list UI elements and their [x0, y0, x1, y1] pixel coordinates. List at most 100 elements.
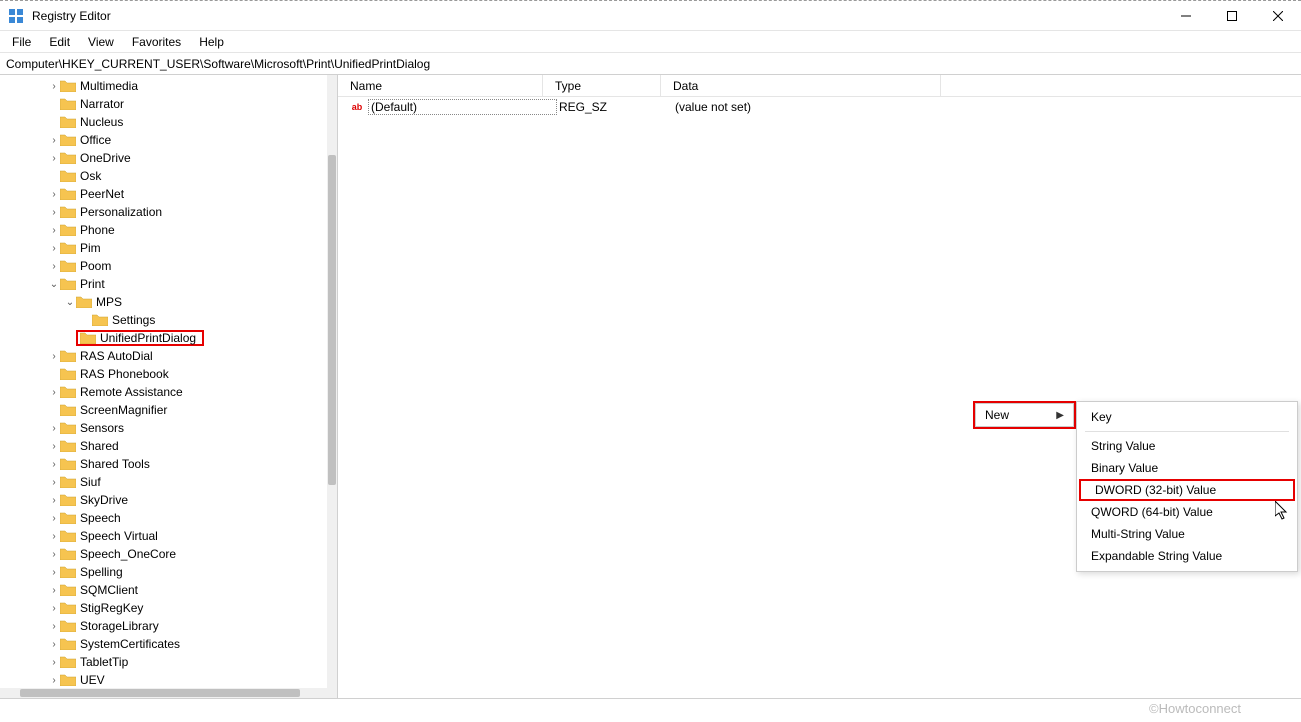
expander-icon[interactable]: › — [48, 567, 60, 578]
tree-item[interactable]: ⌄Print — [0, 275, 337, 293]
menu-view[interactable]: View — [80, 33, 122, 51]
tree-item-label: RAS AutoDial — [80, 349, 153, 363]
tree-item[interactable]: ›Settings — [0, 311, 337, 329]
context-item[interactable]: String Value — [1077, 435, 1297, 457]
tree-item-label: StigRegKey — [80, 601, 143, 615]
tree-item[interactable]: ›OneDrive — [0, 149, 337, 167]
expander-icon[interactable]: › — [48, 135, 60, 146]
tree-item[interactable]: ›Poom — [0, 257, 337, 275]
expander-icon[interactable]: › — [48, 603, 60, 614]
tree-item[interactable]: ›Osk — [0, 167, 337, 185]
tree-item[interactable]: ›TabletTip — [0, 653, 337, 671]
list-panel: Name Type Data ab (Default) REG_SZ (valu… — [338, 75, 1301, 698]
expander-icon[interactable]: › — [48, 423, 60, 434]
expander-icon[interactable]: › — [48, 657, 60, 668]
watermark: ©Howtoconnect — [1149, 701, 1241, 716]
expander-icon[interactable]: › — [48, 153, 60, 164]
address-bar[interactable]: Computer\HKEY_CURRENT_USER\Software\Micr… — [0, 53, 1301, 75]
menu-help[interactable]: Help — [191, 33, 232, 51]
tree-item-label: Spelling — [80, 565, 123, 579]
tree-item[interactable]: ›Phone — [0, 221, 337, 239]
tree-item-label: Siuf — [80, 475, 101, 489]
tree-item[interactable]: ›UnifiedPrintDialog — [0, 329, 337, 347]
tree-item-label: Shared Tools — [80, 457, 150, 471]
tree-item-label: Nucleus — [80, 115, 123, 129]
list-row[interactable]: ab (Default) REG_SZ (value not set) — [338, 97, 1301, 117]
expander-icon[interactable]: › — [48, 639, 60, 650]
context-item[interactable]: Key — [1077, 406, 1297, 428]
expander-icon[interactable]: ⌄ — [48, 279, 60, 290]
context-item[interactable]: DWORD (32-bit) Value — [1079, 479, 1295, 501]
statusbar — [0, 698, 1301, 722]
expander-icon[interactable]: › — [48, 675, 60, 686]
expander-icon[interactable]: › — [48, 207, 60, 218]
expander-icon[interactable]: › — [48, 477, 60, 488]
expander-icon[interactable]: ⌄ — [64, 297, 76, 308]
expander-icon[interactable]: › — [48, 585, 60, 596]
tree-item[interactable]: ›Sensors — [0, 419, 337, 437]
context-item[interactable]: QWORD (64-bit) Value — [1077, 501, 1297, 523]
tree-item-label: StorageLibrary — [80, 619, 159, 633]
expander-icon[interactable]: › — [48, 621, 60, 632]
tree-item[interactable]: ⌄MPS — [0, 293, 337, 311]
expander-icon[interactable]: › — [48, 459, 60, 470]
tree-item-label: Osk — [80, 169, 101, 183]
titlebar: Registry Editor — [0, 1, 1301, 31]
column-name[interactable]: Name — [338, 75, 543, 96]
context-item[interactable]: Binary Value — [1077, 457, 1297, 479]
tree-item[interactable]: › Siuf — [0, 473, 337, 491]
expander-icon[interactable]: › — [48, 549, 60, 560]
tree-item[interactable]: ›SQMClient — [0, 581, 337, 599]
tree-item[interactable]: ›SystemCertificates — [0, 635, 337, 653]
expander-icon[interactable]: › — [48, 225, 60, 236]
tree-item[interactable]: ›Speech_OneCore — [0, 545, 337, 563]
context-item[interactable]: Expandable String Value — [1077, 545, 1297, 567]
column-data[interactable]: Data — [661, 75, 941, 96]
tree-item-label: Speech Virtual — [80, 529, 158, 543]
menu-favorites[interactable]: Favorites — [124, 33, 189, 51]
tree-item[interactable]: › Remote Assistance — [0, 383, 337, 401]
expander-icon[interactable]: › — [48, 531, 60, 542]
tree-item[interactable]: ›Personalization — [0, 203, 337, 221]
context-item-label: New — [985, 408, 1009, 422]
tree-item[interactable]: › Shared Tools — [0, 455, 337, 473]
tree-item[interactable]: ›Speech — [0, 509, 337, 527]
context-item[interactable]: Multi-String Value — [1077, 523, 1297, 545]
expander-icon[interactable]: › — [48, 351, 60, 362]
tree-item-label: Remote Assistance — [80, 385, 183, 399]
maximize-button[interactable] — [1209, 1, 1255, 30]
expander-icon[interactable]: › — [48, 441, 60, 452]
expander-icon[interactable]: › — [48, 261, 60, 272]
tree-item[interactable]: ›Multimedia — [0, 77, 337, 95]
expander-icon[interactable]: › — [48, 81, 60, 92]
tree-item[interactable]: › StorageLibrary — [0, 617, 337, 635]
tree-item[interactable]: ›PeerNet — [0, 185, 337, 203]
expander-icon[interactable]: › — [48, 189, 60, 200]
expander-icon[interactable]: › — [48, 513, 60, 524]
tree-item[interactable]: ›Shared — [0, 437, 337, 455]
tree-item[interactable]: ›Pim — [0, 239, 337, 257]
tree-item[interactable]: › StigRegKey — [0, 599, 337, 617]
column-type[interactable]: Type — [543, 75, 661, 96]
expander-icon[interactable]: › — [48, 495, 60, 506]
tree-item[interactable]: ›RAS Phonebook — [0, 365, 337, 383]
menu-file[interactable]: File — [4, 33, 39, 51]
tree-scrollbar-vertical[interactable] — [327, 75, 337, 698]
tree-item[interactable]: ›Nucleus — [0, 113, 337, 131]
expander-icon[interactable]: › — [48, 387, 60, 398]
close-button[interactable] — [1255, 1, 1301, 30]
tree-item-label: Settings — [112, 313, 155, 327]
tree-item[interactable]: › RAS AutoDial — [0, 347, 337, 365]
tree-item[interactable]: ›Office — [0, 131, 337, 149]
tree-scrollbar-horizontal[interactable] — [0, 688, 327, 698]
tree-item[interactable]: ›UEV — [0, 671, 337, 689]
tree-item[interactable]: ›Narrator — [0, 95, 337, 113]
menu-edit[interactable]: Edit — [41, 33, 78, 51]
minimize-button[interactable] — [1163, 1, 1209, 30]
expander-icon[interactable]: › — [48, 243, 60, 254]
tree-item[interactable]: › Spelling — [0, 563, 337, 581]
tree-item[interactable]: ›ScreenMagnifier — [0, 401, 337, 419]
tree-item[interactable]: › Speech Virtual — [0, 527, 337, 545]
context-menu-new[interactable]: New ▶ — [973, 401, 1076, 429]
tree-item[interactable]: ›SkyDrive — [0, 491, 337, 509]
